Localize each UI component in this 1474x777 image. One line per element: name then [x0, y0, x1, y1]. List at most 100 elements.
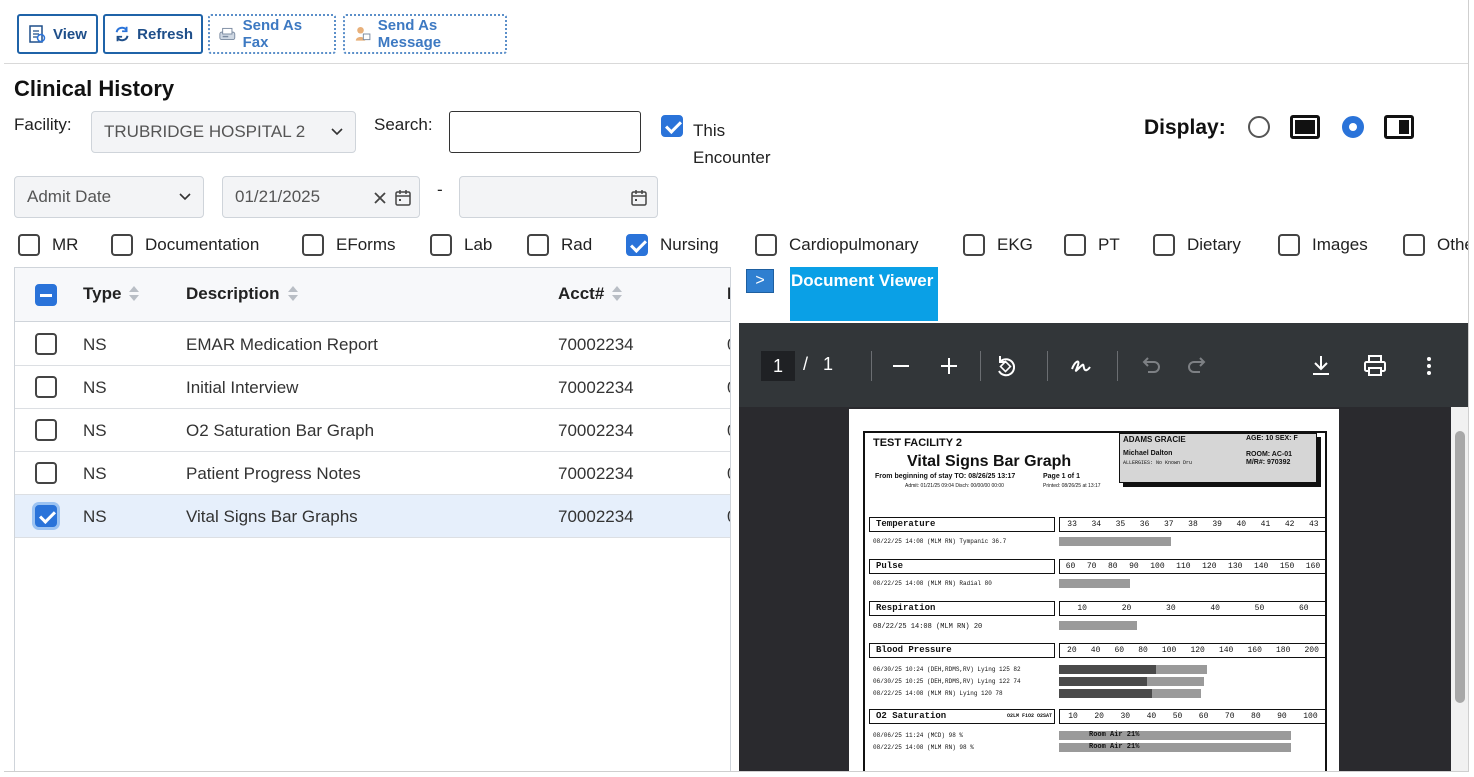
category-checkbox[interactable]	[626, 234, 648, 256]
zoom-out-icon[interactable]	[886, 351, 916, 381]
report-admit: Admit: 01/21/25 09:04 Disch: 00/00/00 00…	[905, 483, 1004, 489]
date-from-value: 01/21/2025	[235, 187, 321, 206]
display-full-radio[interactable]	[1248, 116, 1270, 138]
temperature-section: Temperature	[869, 517, 1055, 532]
o2-reading: 08/22/25 14:08 (MLM RN) 98 %	[873, 744, 974, 751]
report-printed: Printed: 08/26/25 at 13:17	[1043, 483, 1101, 489]
category-checkbox[interactable]	[18, 234, 40, 256]
rotate-icon[interactable]	[991, 351, 1021, 381]
category-mr[interactable]: MR	[18, 232, 78, 258]
blood-pressure-section: Blood Pressure	[869, 643, 1055, 658]
split-view-icon	[1384, 115, 1414, 139]
pdf-page: TEST FACILITY 2 Vital Signs Bar Graph Fr…	[849, 409, 1339, 771]
report-facility: TEST FACILITY 2	[873, 437, 963, 449]
view-button[interactable]: View	[17, 14, 98, 54]
facility-select[interactable]: TRUBRIDGE HOSPITAL 2	[91, 111, 356, 153]
category-ekg[interactable]: EKG	[963, 232, 1033, 258]
date-type-value: Admit Date	[27, 187, 112, 206]
o2-scale: 10 20 30 40 50 60 70 80 90 100	[1059, 709, 1327, 724]
bp-reading: 08/22/25 14:08 (MLM RN) Lying 120 78	[873, 690, 1003, 697]
row-checkbox[interactable]	[35, 462, 57, 484]
pulse-reading: 08/22/25 14:08 (MLM RN) Radial 80	[873, 580, 992, 587]
pulse-section: Pulse	[869, 559, 1055, 574]
date-type-select[interactable]: Admit Date	[14, 176, 204, 218]
category-checkbox[interactable]	[1153, 234, 1175, 256]
table-row[interactable]: NS O2 Saturation Bar Graph 70002234 0	[15, 409, 730, 452]
search-label: Search:	[374, 115, 433, 134]
send-as-fax-button[interactable]: Send As Fax	[208, 14, 336, 54]
category-checkbox[interactable]	[111, 234, 133, 256]
category-checkbox[interactable]	[1064, 234, 1086, 256]
table-row[interactable]: NS Initial Interview 70002234 0	[15, 366, 730, 409]
category-checkbox[interactable]	[755, 234, 777, 256]
redo-icon[interactable]	[1183, 351, 1213, 381]
acct-header[interactable]: Acct#	[558, 284, 623, 304]
category-other[interactable]: Othe	[1403, 232, 1468, 258]
category-pt[interactable]: PT	[1064, 232, 1120, 258]
row-checkbox[interactable]	[35, 419, 57, 441]
category-checkbox[interactable]	[302, 234, 324, 256]
date-to-input[interactable]	[459, 176, 658, 218]
temperature-bar	[1059, 537, 1171, 546]
respiration-section: Respiration	[869, 601, 1055, 616]
row-checkbox[interactable]	[35, 376, 57, 398]
temperature-scale: 33 34 35 36 37 38 39 40 41 42 43	[1059, 517, 1327, 532]
expand-viewer-button[interactable]: >	[746, 269, 774, 293]
category-lab[interactable]: Lab	[430, 232, 492, 258]
category-checkbox[interactable]	[963, 234, 985, 256]
search-input[interactable]	[449, 111, 641, 153]
document-viewer-tab[interactable]: Document Viewer	[790, 267, 938, 321]
select-all-checkbox[interactable]	[35, 284, 57, 306]
pdf-viewer: 1 / 1 TEST FACILITY 2 Vital Signs Bar Gr…	[739, 323, 1468, 771]
fax-icon	[219, 27, 236, 41]
this-encounter-checkbox[interactable]	[661, 115, 683, 137]
bp-diastolic-bar	[1059, 665, 1156, 674]
bp-reading: 06/30/25 10:25 (DEH,RDMS,RV) Lying 122 7…	[873, 678, 1021, 685]
zoom-in-icon[interactable]	[934, 351, 964, 381]
pulse-bar	[1059, 579, 1130, 588]
category-dietary[interactable]: Dietary	[1153, 232, 1241, 258]
more-options-icon[interactable]	[1414, 351, 1444, 381]
refresh-label: Refresh	[137, 25, 193, 43]
category-nursing[interactable]: Nursing	[626, 232, 719, 258]
blood-pressure-scale: 20 40 60 80 100 120 140 160 180 200	[1059, 643, 1327, 658]
category-documentation[interactable]: Documentation	[111, 232, 259, 258]
table-row-selected[interactable]: NS Vital Signs Bar Graphs 70002234 0	[15, 495, 730, 538]
calendar-icon[interactable]	[631, 189, 647, 206]
category-eforms[interactable]: EForms	[302, 232, 396, 258]
display-split-radio[interactable]	[1342, 116, 1364, 138]
table-row[interactable]: NS Patient Progress Notes 70002234 0	[15, 452, 730, 495]
category-checkbox[interactable]	[430, 234, 452, 256]
category-cardiopulmonary[interactable]: Cardiopulmonary	[755, 232, 918, 258]
category-rad[interactable]: Rad	[527, 232, 592, 258]
calendar-icon[interactable]	[395, 189, 411, 206]
clear-icon[interactable]	[373, 191, 387, 205]
date-separator: -	[437, 180, 443, 199]
category-checkbox[interactable]	[1403, 234, 1425, 256]
row-checkbox[interactable]	[35, 505, 57, 527]
full-view-icon	[1290, 115, 1320, 139]
row-checkbox[interactable]	[35, 333, 57, 355]
type-header[interactable]: Type	[83, 284, 140, 304]
annotate-icon[interactable]	[1066, 351, 1096, 381]
facility-value: TRUBRIDGE HOSPITAL 2	[104, 122, 306, 141]
print-icon[interactable]	[1360, 351, 1390, 381]
page-number-input[interactable]: 1	[761, 351, 795, 381]
category-images[interactable]: Images	[1278, 232, 1368, 258]
pulse-scale: 60 70 80 90 100 110 120 130 140 150 160	[1059, 559, 1327, 574]
description-header[interactable]: Description	[186, 284, 298, 304]
date-from-input[interactable]: 01/21/2025	[222, 176, 420, 218]
send-as-message-button[interactable]: Send As Message	[343, 14, 507, 54]
refresh-button[interactable]: Refresh	[103, 14, 203, 54]
undo-icon[interactable]	[1135, 351, 1165, 381]
sort-icon	[612, 286, 623, 302]
category-checkbox[interactable]	[1278, 234, 1300, 256]
pdf-scrollbar[interactable]	[1451, 407, 1468, 771]
document-table: Type Description Acct# I NS EMAR Medicat…	[14, 267, 731, 771]
category-checkbox[interactable]	[527, 234, 549, 256]
view-label: View	[53, 25, 87, 43]
scrollbar-thumb[interactable]	[1455, 431, 1465, 703]
download-icon[interactable]	[1306, 351, 1336, 381]
respiration-reading: 08/22/25 14:08 (MLM RN) 20	[873, 623, 983, 631]
table-row[interactable]: NS EMAR Medication Report 70002234 0	[15, 323, 730, 366]
